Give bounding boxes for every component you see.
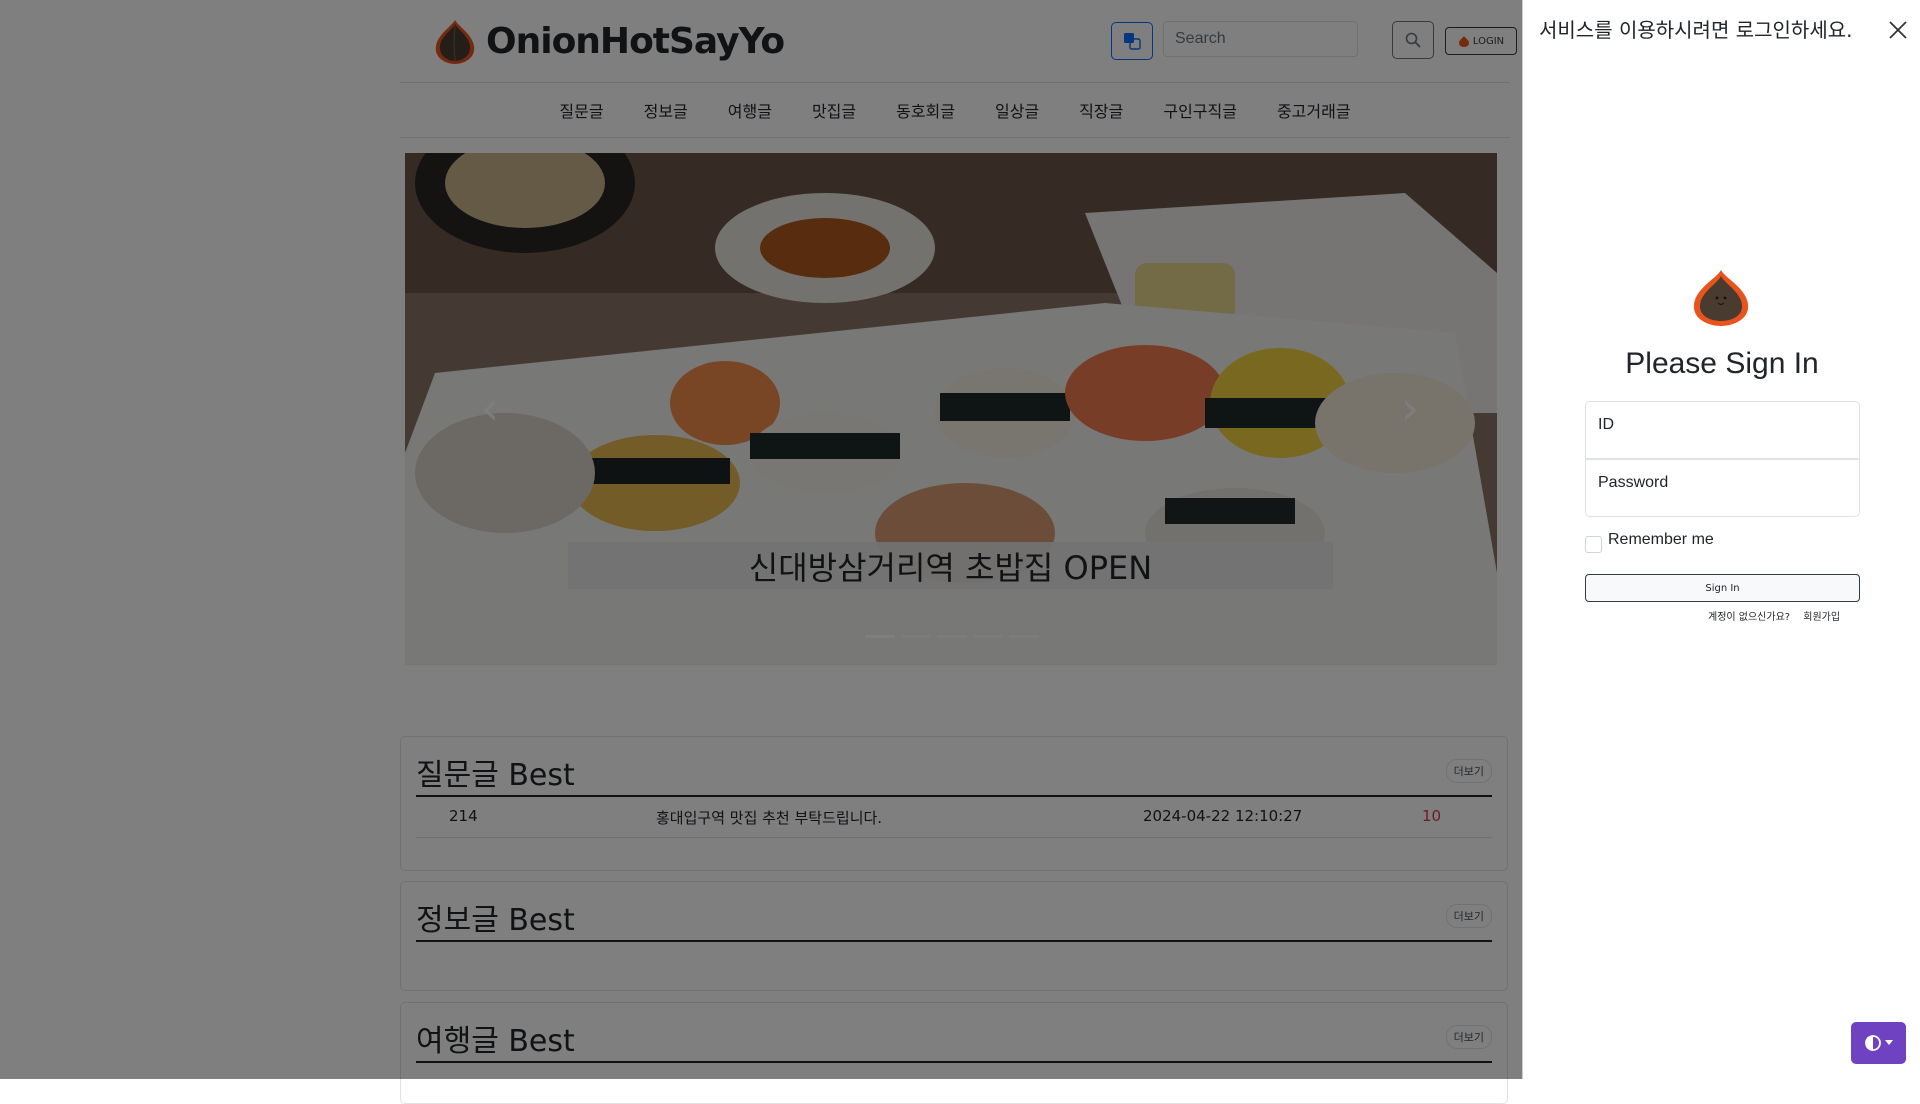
close-icon[interactable]	[1887, 19, 1909, 41]
onion-logo-icon	[1693, 270, 1749, 326]
id-field[interactable]: ID	[1585, 401, 1860, 459]
no-account-text: 계정이 없으신가요?	[1708, 612, 1791, 623]
sign-in-heading: Please Sign In	[1625, 347, 1819, 380]
offcanvas-title: 서비스를 이용하시려면 로그인하세요.	[1539, 18, 1853, 42]
remember-label: Remember me	[1608, 531, 1714, 548]
signup-link[interactable]: 회원가입	[1803, 612, 1840, 623]
remember-checkbox[interactable]	[1585, 536, 1602, 553]
sign-in-button[interactable]: Sign In	[1585, 574, 1860, 602]
signup-row: 계정이 없으신가요? 회원가입	[1708, 608, 1840, 623]
theme-toggle-button[interactable]	[1851, 1022, 1906, 1064]
password-field[interactable]: Password	[1585, 459, 1860, 517]
password-label: Password	[1598, 474, 1669, 491]
id-label: ID	[1598, 416, 1614, 433]
login-offcanvas: 서비스를 이용하시려면 로그인하세요. Please Sign In ID Pa…	[1522, 0, 1920, 1079]
contrast-icon	[1865, 1035, 1881, 1051]
caret-down-icon	[1885, 1040, 1893, 1045]
